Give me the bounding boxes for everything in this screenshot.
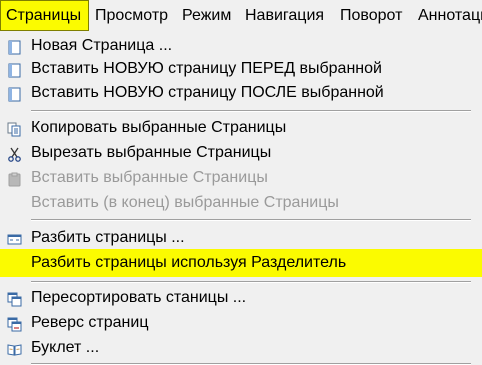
insert-before-icon [7, 61, 22, 78]
menu-item-reorder-pages[interactable]: Пересортировать станицы ... [0, 285, 482, 310]
menu-navigation[interactable]: Навигация [245, 0, 324, 31]
menu-item-label: Вставить НОВУЮ страницу ПЕРЕД выбранной [31, 60, 382, 77]
menu-separator [31, 219, 471, 221]
pages-dropdown-menu: Новая Страница ... Вставить НОВУЮ страни… [0, 31, 482, 365]
menu-item-split-by-separator[interactable]: Разбить страницы используя Разделитель [0, 249, 482, 277]
menu-item-label: Копировать выбранные Страницы [31, 119, 287, 136]
split-icon [7, 230, 22, 245]
menu-annotations[interactable]: Аннотаци [418, 0, 482, 31]
menu-view[interactable]: Просмотр [95, 0, 168, 31]
menu-item-label: Реверс страниц [31, 314, 149, 331]
menu-item-label: Новая Страница ... [31, 37, 173, 54]
menu-item-insert-before[interactable]: Вставить НОВУЮ страницу ПЕРЕД выбранной [0, 56, 482, 81]
insert-after-icon [7, 85, 22, 102]
reorder-icon [7, 290, 22, 307]
menu-item-label: Пересортировать станицы ... [31, 289, 247, 306]
menu-mode[interactable]: Режим [182, 0, 231, 31]
menu-item-insert-after[interactable]: Вставить НОВУЮ страницу ПОСЛЕ выбранной [0, 80, 482, 105]
menu-item-label: Разбить страницы используя Разделитель [31, 254, 347, 271]
menu-item-booklet[interactable]: Буклет ... [0, 335, 482, 360]
menu-item-label: Вырезать выбранные Страницы [31, 144, 272, 161]
menu-separator [31, 110, 471, 112]
menu-item-split-pages[interactable]: Разбить страницы ... [0, 225, 482, 250]
menu-pages[interactable]: Страницы [0, 0, 89, 31]
menu-item-paste-pages[interactable]: Вставить выбранные Страницы [0, 165, 482, 190]
booklet-icon [7, 340, 22, 356]
menu-item-label: Вставить (в конец) выбранные Страницы [31, 194, 339, 211]
menu-bar: Страницы Просмотр Режим Навигация Поворо… [0, 0, 482, 31]
menu-item-new-page[interactable]: Новая Страница ... [0, 33, 482, 58]
menu-item-label: Буклет ... [31, 339, 100, 356]
menu-separator [31, 281, 471, 283]
copy-icon [7, 120, 22, 137]
scissors-icon [7, 145, 22, 162]
menu-item-label: Вставить НОВУЮ страницу ПОСЛЕ выбранной [31, 84, 384, 101]
paste-icon [7, 170, 22, 187]
menu-item-label: Вставить выбранные Страницы [31, 169, 268, 186]
reverse-icon [7, 315, 22, 332]
menu-item-reverse-pages[interactable]: Реверс страниц [0, 310, 482, 335]
menu-item-cut-pages[interactable]: Вырезать выбранные Страницы [0, 140, 482, 165]
menu-item-label: Разбить страницы ... [31, 229, 185, 246]
menu-item-copy-pages[interactable]: Копировать выбранные Страницы [0, 115, 482, 140]
new-page-icon [7, 38, 22, 55]
menu-item-paste-pages-end[interactable]: Вставить (в конец) выбранные Страницы [0, 190, 482, 215]
menu-rotate[interactable]: Поворот [340, 0, 402, 31]
